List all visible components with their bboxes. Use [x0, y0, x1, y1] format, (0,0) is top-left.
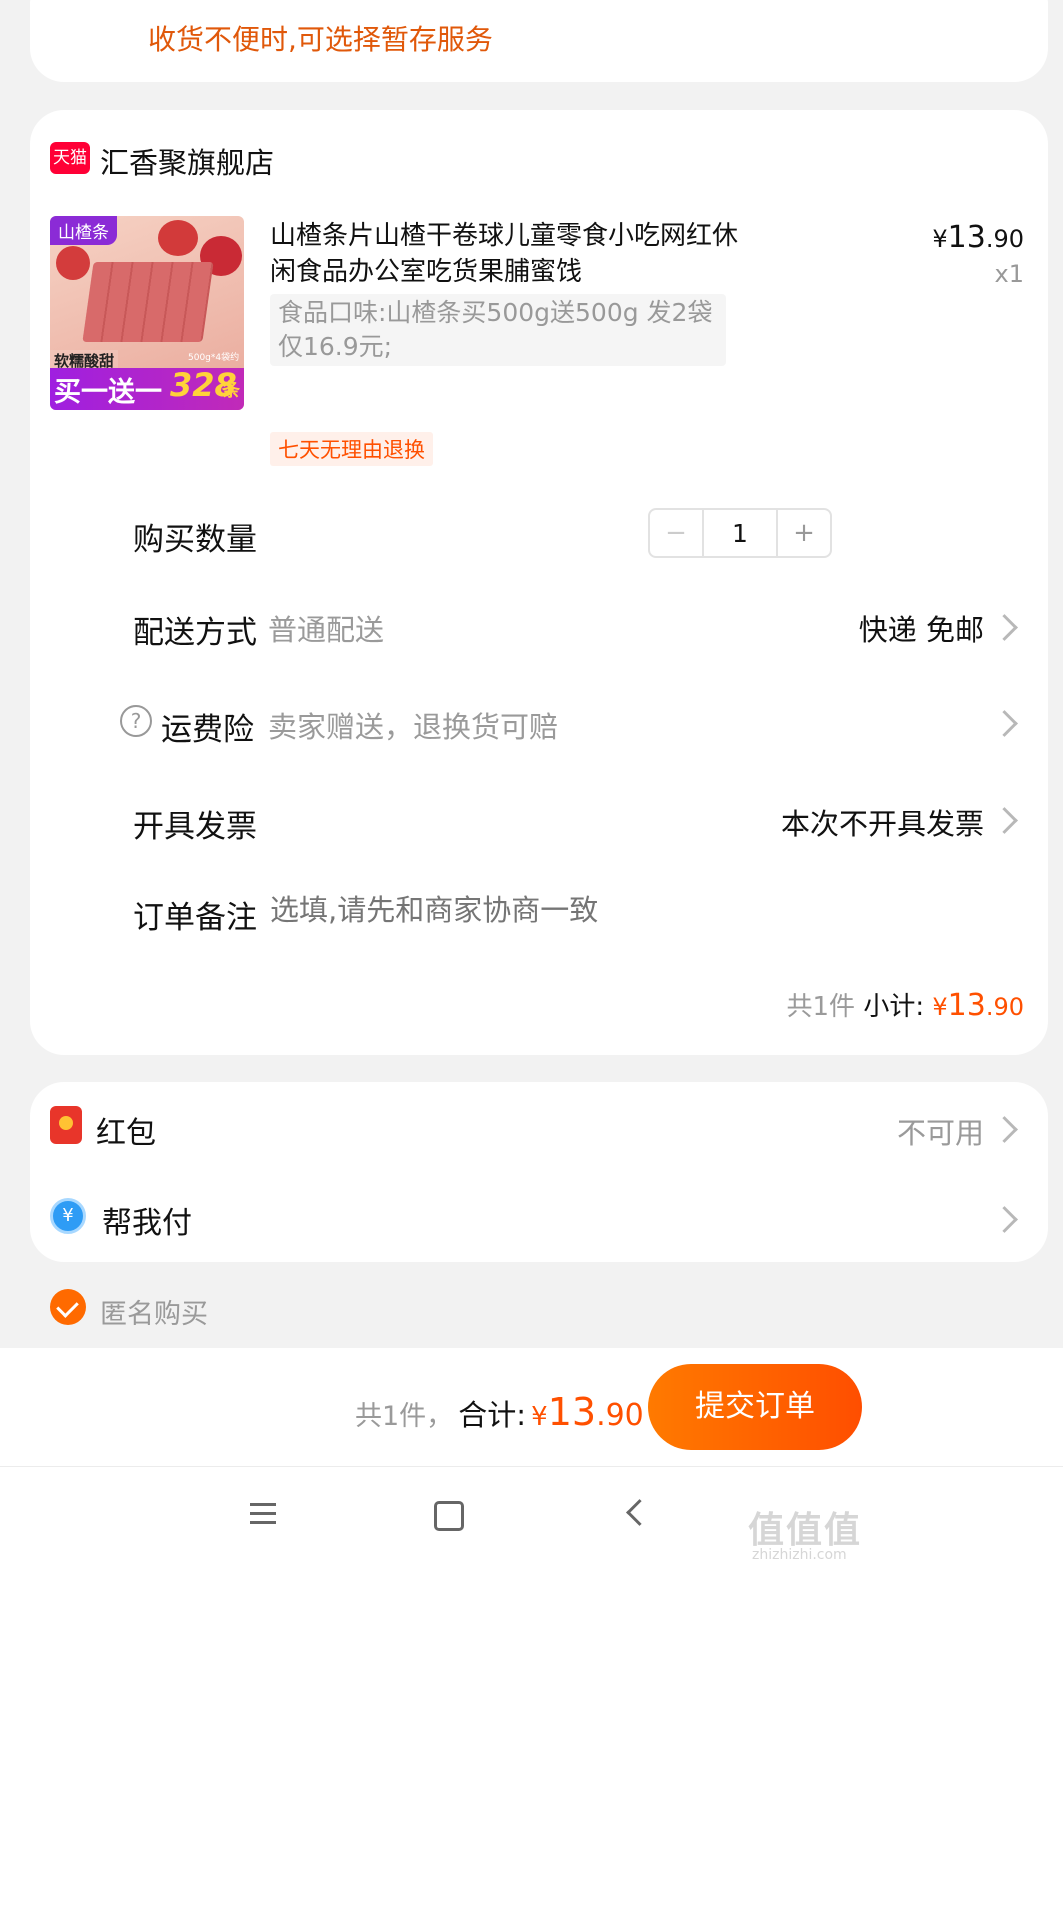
red-packet-value: 不可用: [896, 1116, 984, 1150]
help-pay-chevron-icon: [991, 1206, 1018, 1233]
total-label: 合计:: [458, 1398, 527, 1432]
watermark-logo: 值值值: [748, 1510, 863, 1551]
total-amount: ¥13.90: [531, 1390, 644, 1434]
quantity-label: 购买数量: [133, 522, 257, 558]
subtotal-amount: ¥13.90: [932, 988, 1024, 1023]
decrease-button[interactable]: −: [650, 510, 704, 556]
apple-shape: [158, 220, 198, 256]
help-pay-icon: ¥: [50, 1198, 86, 1234]
invoice-label: 开具发票: [133, 809, 257, 845]
shop-name[interactable]: 汇香聚旗舰店: [100, 140, 274, 182]
product-title[interactable]: 山楂条片山楂干卷球儿童零食小吃网红休闲食品办公室吃货果脯蜜饯: [270, 218, 740, 290]
watermark-url: zhizhizhi.com: [752, 1547, 847, 1563]
subtotal-label: 小计:: [863, 992, 925, 1022]
product-image[interactable]: 山楂条 软糯酸甜 500g*4袋约 买一送一 328 条: [50, 216, 244, 410]
help-circle-icon[interactable]: ?: [120, 705, 152, 737]
delivery-label: 配送方式: [133, 615, 257, 651]
red-packet-icon: [50, 1106, 82, 1144]
total-summary: 共1件， 合计: ¥13.90: [355, 1390, 644, 1434]
home-icon[interactable]: [434, 1501, 464, 1531]
total-count: 共1件，: [355, 1401, 454, 1432]
remark-label: 订单备注: [133, 900, 257, 936]
red-packet-label: 红包: [96, 1116, 156, 1151]
increase-button[interactable]: +: [776, 510, 830, 556]
order-card: 天猫 汇香聚旗舰店 山楂条 软糯酸甜 500g*4袋约 买一送一 328 条 山…: [30, 110, 1048, 1055]
anonymous-label: 匿名购买: [100, 1299, 208, 1330]
invoice-value: 本次不开具发票: [780, 807, 984, 841]
red-packet-chevron-icon: [991, 1116, 1018, 1143]
help-pay-label: 帮我付: [102, 1206, 192, 1241]
apple-shape-3: [56, 246, 90, 280]
quantity-value[interactable]: 1: [704, 519, 776, 548]
delivery-sub: 普通配送: [268, 613, 385, 647]
subtotal-count: 共1件: [786, 992, 856, 1022]
back-icon[interactable]: [626, 1499, 653, 1526]
quantity-stepper[interactable]: − 1 +: [648, 508, 832, 558]
image-promo-band: 买一送一 328 条: [50, 366, 244, 410]
insurance-chevron-icon: [991, 710, 1018, 737]
tmall-icon: 天猫: [50, 142, 90, 174]
remark-input[interactable]: [268, 886, 832, 934]
delivery-value: 快递 免邮: [858, 613, 984, 647]
delivery-chevron-icon: [991, 614, 1018, 641]
haw-bars-shape: [82, 262, 214, 342]
insurance-sub: 卖家赠送，退换货可赔: [268, 710, 559, 744]
storage-service-notice[interactable]: 收货不便时,可选择暂存服务: [148, 18, 493, 58]
checkmark-icon[interactable]: [50, 1289, 86, 1325]
product-price: ¥13.90: [932, 220, 1024, 255]
return-policy-tag: 七天无理由退换: [270, 432, 433, 466]
menu-icon[interactable]: [250, 1501, 276, 1525]
image-top-tag: 山楂条: [50, 216, 117, 245]
product-quantity: x1: [994, 260, 1024, 288]
subtotal: 共1件 小计: ¥13.90: [787, 986, 1024, 1023]
top-notice-card: 收货不便时,可选择暂存服务: [30, 0, 1048, 82]
invoice-chevron-icon: [991, 807, 1018, 834]
wallet-card: 红包 不可用 ¥ 帮我付: [30, 1082, 1048, 1262]
tmall-badge-text: 天猫: [53, 148, 87, 168]
submit-bar: 共1件， 合计: ¥13.90 提交订单: [0, 1348, 1063, 1466]
submit-order-button[interactable]: 提交订单: [648, 1364, 862, 1450]
submit-order-label: 提交订单: [695, 1389, 815, 1424]
insurance-label: 运费险: [161, 712, 254, 748]
image-spec: 500g*4袋约: [188, 353, 240, 363]
product-spec[interactable]: 食品口味:山楂条买500g送500g 发2袋仅16.9元;: [270, 294, 726, 366]
system-nav-bar: 值值值 zhizhizhi.com: [0, 1466, 1063, 1909]
